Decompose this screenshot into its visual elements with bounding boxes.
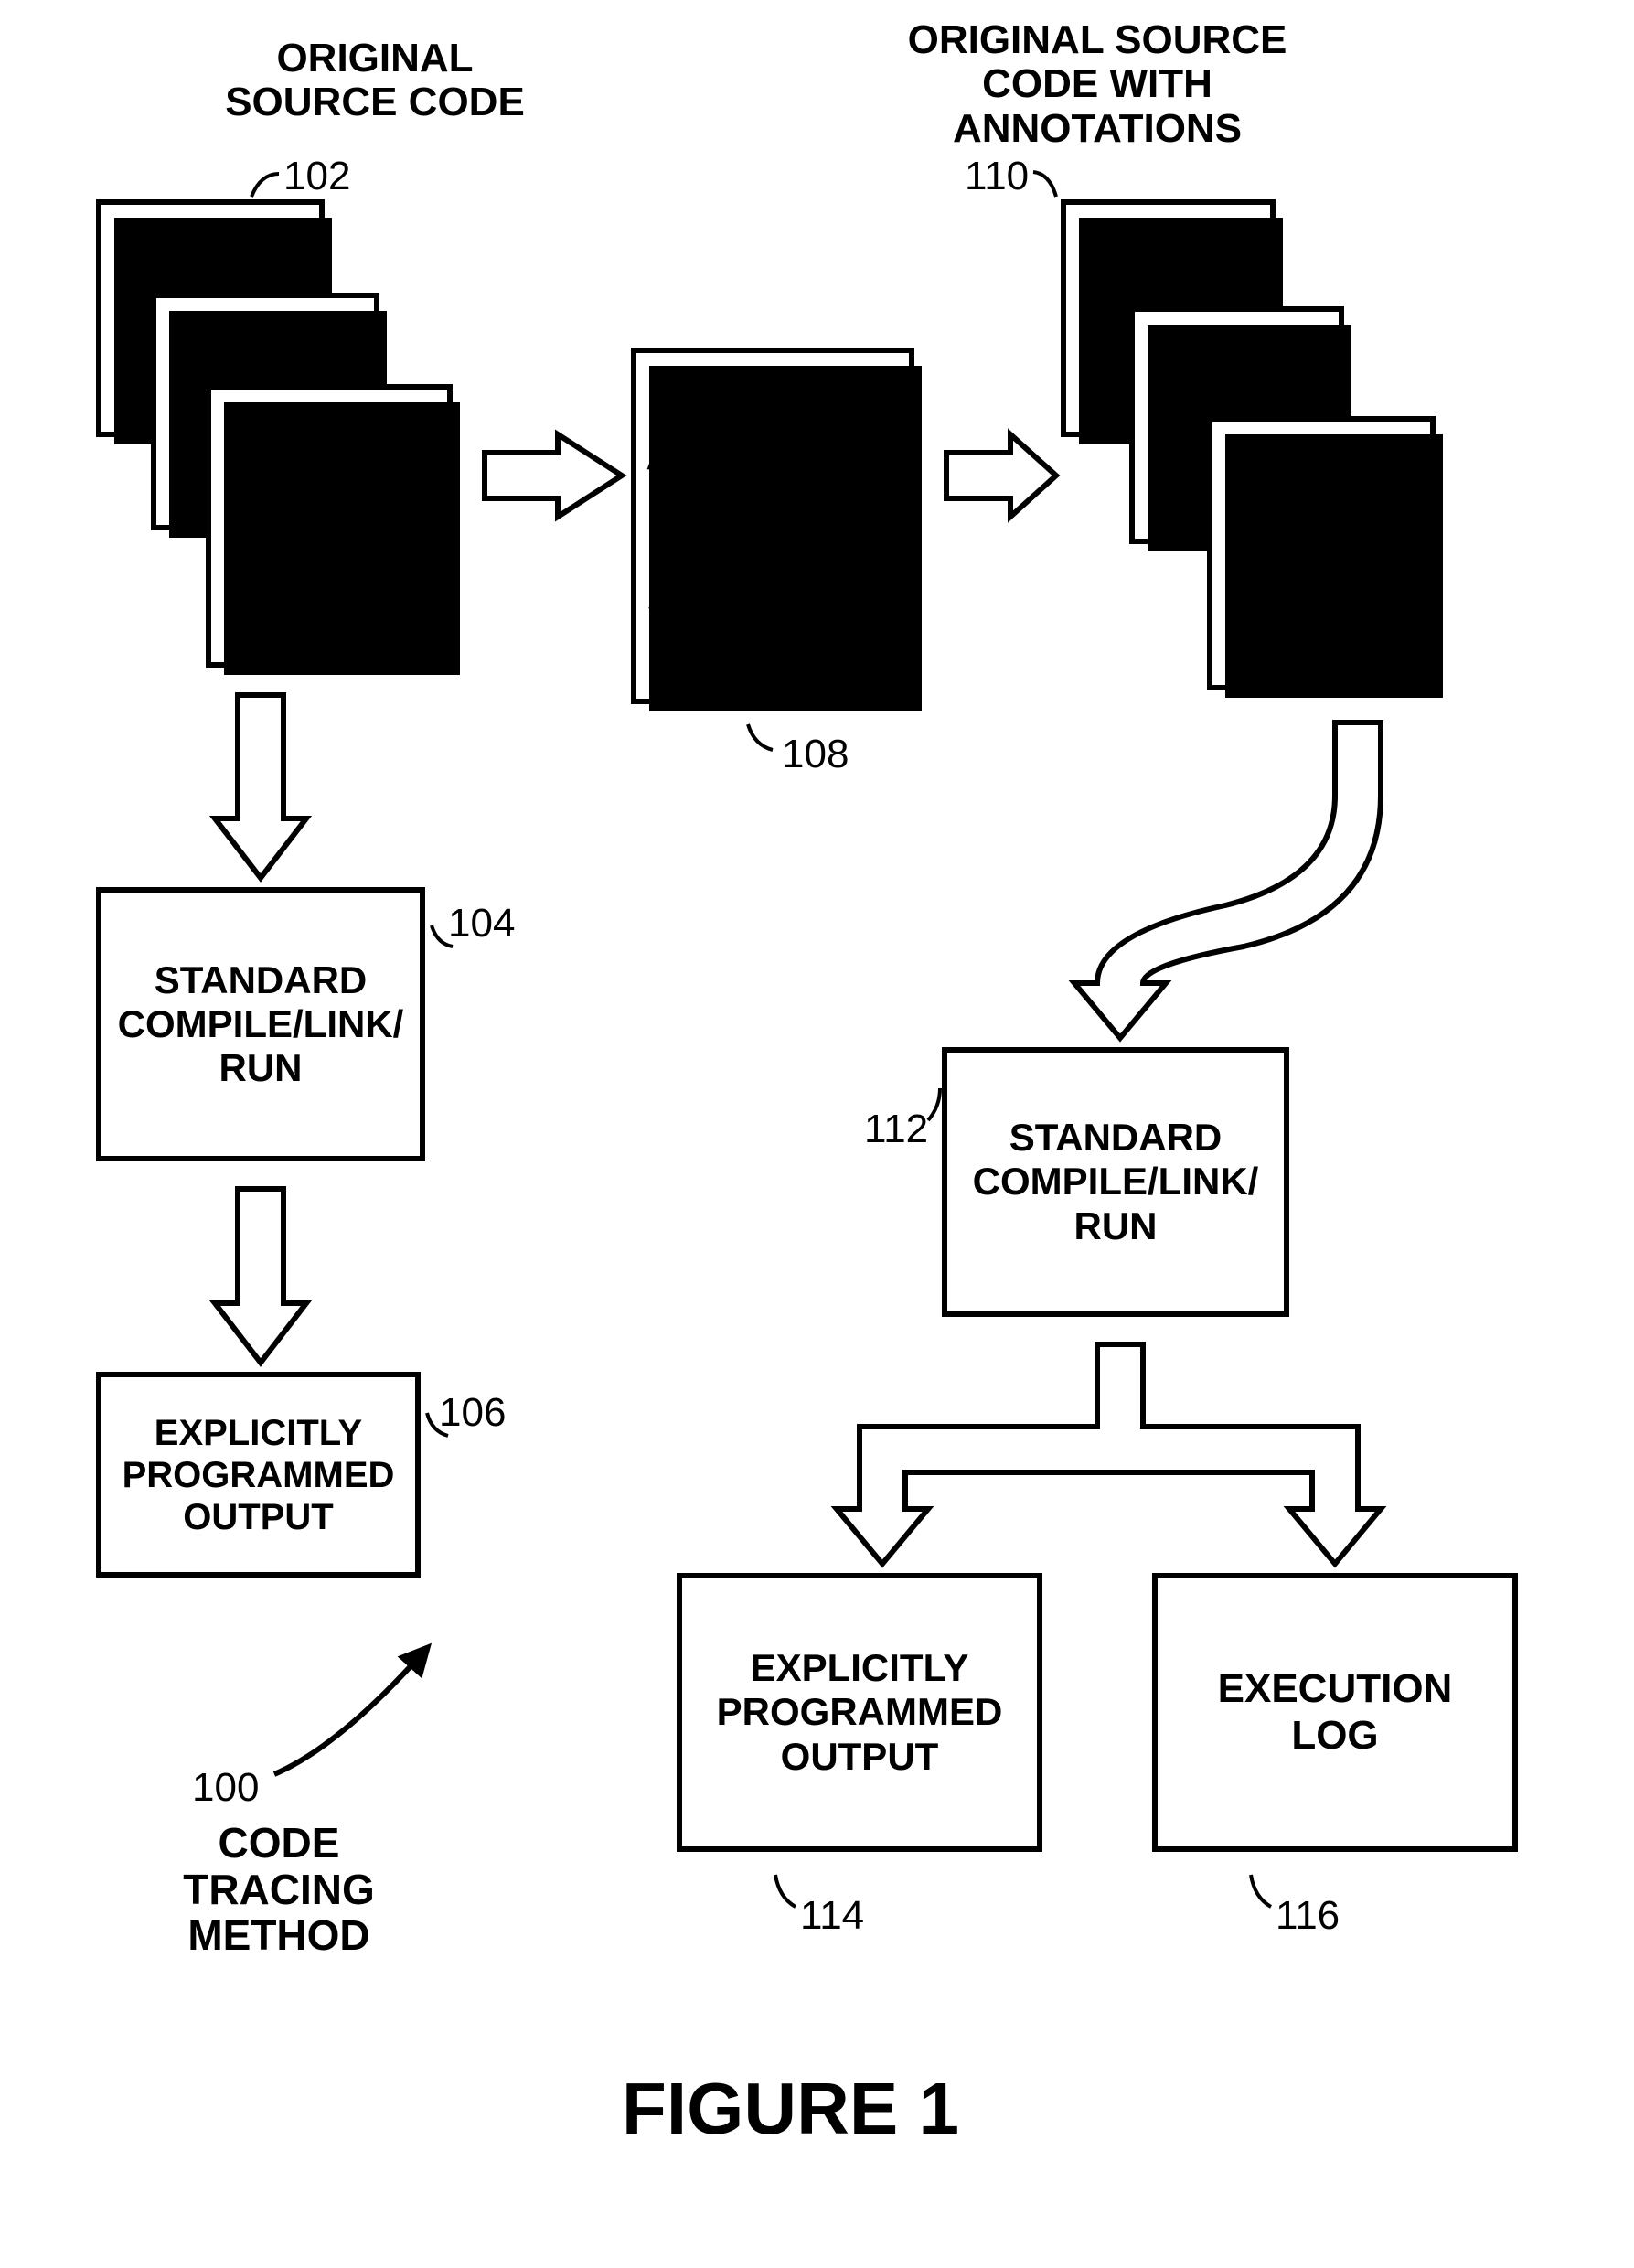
label-code-tracing-method: CODETRACINGMETHOD — [174, 1820, 384, 1959]
ref-112: 112 — [864, 1107, 928, 1152]
ref-116: 116 — [1276, 1893, 1340, 1939]
ref-104: 104 — [448, 901, 515, 947]
hook-114 — [775, 1875, 796, 1907]
hook-100 — [274, 1655, 421, 1774]
ref-100: 100 — [192, 1765, 259, 1811]
arrow-files-to-annotator — [485, 434, 622, 517]
hook-112 — [928, 1088, 940, 1120]
file-z-prime-with: WITH — [1263, 470, 1380, 499]
box-compile-left-text: STANDARDCOMPILE/LINK/RUN — [118, 958, 404, 1091]
file-z-prime-label: FILE Z' — [1263, 435, 1380, 470]
file-z-prime-tracing: TRACING — [1263, 499, 1380, 529]
hook-102 — [251, 174, 279, 197]
file-z: FILE Z — [206, 384, 453, 668]
label-original-source: ORIGINALSOURCE CODE — [192, 37, 558, 125]
file-z-prime: FILE Z' WITH TRACING — [1207, 416, 1436, 690]
box-compile-left: STANDARDCOMPILE/LINK/RUN — [96, 887, 425, 1161]
label-original-source-annotated: ORIGINAL SOURCECODE WITHANNOTATIONS — [892, 18, 1303, 151]
arrow-compile-to-output-left — [215, 1189, 306, 1363]
box-annotator: AUTOMATEDCODE TRACEANNOTATOR — [631, 348, 914, 704]
arrow-compile-to-outputs — [837, 1344, 1381, 1564]
file-y-label: FILE Y — [208, 316, 322, 358]
diagram-canvas: ORIGINALSOURCE CODE ORIGINAL SOURCECODE … — [0, 0, 1634, 2268]
ref-114: 114 — [800, 1893, 864, 1939]
box-compile-right-text: STANDARDCOMPILE/LINK/RUN — [973, 1116, 1259, 1248]
box-output-left-text: EXPLICITLYPROGRAMMEDOUTPUT — [123, 1412, 395, 1538]
arrow-files-to-compile-left — [215, 695, 306, 878]
box-output-right-text: EXPLICITLYPROGRAMMEDOUTPUT — [717, 1646, 1003, 1779]
ref-110: 110 — [965, 154, 1029, 199]
box-exec-log-text: EXECUTIONLOG — [1218, 1666, 1453, 1759]
box-annotator-text: AUTOMATEDCODE TRACEANNOTATOR — [646, 433, 900, 618]
hook-116 — [1251, 1875, 1271, 1907]
file-y-prime-label: FILE Y' — [1179, 326, 1296, 360]
file-y-prime-with: WITH — [1179, 360, 1296, 390]
figure-caption: FIGURE 1 — [622, 2067, 959, 2151]
hook-108 — [748, 724, 773, 750]
file-x-prime-with: WITH — [1110, 253, 1227, 283]
ref-106: 106 — [439, 1390, 506, 1436]
file-x-label: FILE X — [154, 223, 267, 265]
hook-110 — [1033, 172, 1056, 197]
file-x-prime-label: FILE X' — [1110, 219, 1227, 253]
ref-108: 108 — [782, 732, 849, 777]
box-exec-log: EXECUTIONLOG — [1152, 1573, 1518, 1852]
box-compile-right: STANDARDCOMPILE/LINK/RUN — [942, 1047, 1289, 1317]
file-z-label: FILE Z — [273, 408, 385, 450]
box-output-left: EXPLICITLYPROGRAMMEDOUTPUT — [96, 1372, 421, 1578]
arrow-files-to-compile-right — [1074, 722, 1381, 1038]
file-y-prime-tracing: TRACING — [1179, 390, 1296, 419]
arrow-annotator-to-files — [946, 434, 1056, 517]
box-output-right: EXPLICITLYPROGRAMMEDOUTPUT — [677, 1573, 1042, 1852]
ref-102: 102 — [283, 154, 350, 199]
